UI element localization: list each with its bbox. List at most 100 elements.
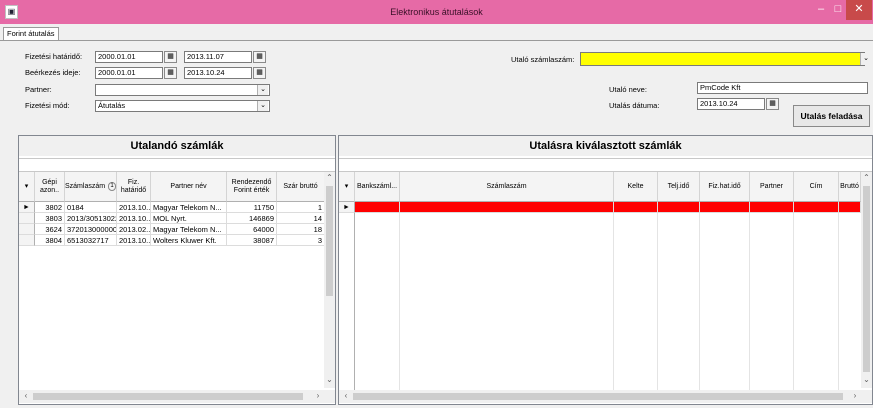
table-row[interactable]: 3803 2013/305130227... 2013.10... MOL Ny… (19, 213, 325, 224)
cell-szamlaszam: 37201300000005... (65, 224, 117, 235)
partner-label: Partner: (25, 85, 52, 94)
close-button[interactable]: ✕ (846, 0, 872, 20)
sort-indicator-icon: 1 (108, 182, 116, 191)
cell-cim[interactable] (794, 202, 839, 213)
cell-partner: Wolters Kluwer Kft. (151, 235, 227, 246)
cell-kelte[interactable] (614, 202, 658, 213)
scroll-down-icon[interactable]: ⌄ (324, 374, 335, 386)
scroll-thumb[interactable] (33, 393, 303, 400)
cell-brutto: 18 (277, 224, 325, 235)
utalas-feladasa-button[interactable]: Utalás feladása (793, 105, 870, 127)
fizetesi-hatarido-to-field[interactable]: 2013.11.07 (184, 51, 252, 63)
chevron-down-icon[interactable]: ⌄ (860, 53, 871, 65)
calendar-icon[interactable]: ▦ (164, 51, 177, 63)
scroll-right-icon[interactable]: › (850, 390, 860, 403)
cell-gepi: 3624 (35, 224, 65, 235)
scroll-up-icon[interactable]: ⌃ (324, 172, 335, 184)
utalo-szamlaszam-select[interactable] (580, 52, 865, 66)
column-header-fiz-hatarido[interactable]: Fiz. határidő (117, 172, 151, 202)
cell-bankszamla[interactable] (355, 202, 400, 213)
cell-hatarido: 2013.02... (117, 224, 151, 235)
cell-szamlaszam[interactable] (400, 202, 614, 213)
chevron-down-icon[interactable]: ⌄ (257, 101, 268, 111)
cell-partner[interactable] (750, 202, 794, 213)
column-header-brutto[interactable]: Szár bruttó (277, 172, 325, 202)
column-header-cim[interactable]: Cím (794, 172, 839, 202)
scroll-up-icon[interactable]: ⌃ (861, 172, 872, 184)
beerkezes-ideje-label: Beérkezés ideje: (25, 68, 81, 77)
calendar-icon[interactable]: ▦ (253, 51, 266, 63)
column-header-telj-ido[interactable]: Telj.idő (658, 172, 700, 202)
right-grid-empty-area (339, 213, 861, 390)
cell-gepi: 3804 (35, 235, 65, 246)
partner-select[interactable] (95, 84, 270, 96)
cell-ertek: 64000 (227, 224, 277, 235)
column-header-fiz-hat-ido[interactable]: Fiz.hat.idő (700, 172, 750, 202)
column-header-rendezendo[interactable]: Rendezendő Forint érték (227, 172, 277, 202)
row-header (19, 213, 35, 224)
table-row[interactable]: 3804 6513032717 2013.10... Wolters Kluwe… (19, 235, 325, 246)
cell-ertek: 38087 (227, 235, 277, 246)
calendar-icon[interactable]: ▦ (253, 67, 266, 79)
beerkezes-ideje-to-field[interactable]: 2013.10.24 (184, 67, 252, 79)
utalas-datuma-label: Utalás dátuma: (609, 101, 660, 110)
column-header-szamlaszam[interactable]: Számlaszám 1 (65, 172, 117, 202)
right-grid: Utalásra kiválasztott számlák ▾ Bankszám… (338, 135, 873, 405)
left-grid-filter-row[interactable] (19, 158, 335, 172)
table-row-new[interactable]: ► (339, 202, 861, 213)
scroll-left-icon[interactable]: ‹ (341, 390, 351, 403)
left-grid-vertical-scrollbar[interactable]: ⌃ ⌄ (324, 172, 335, 388)
left-grid: Utalandó számlák ▾ Gépi azon.. Számlaszá… (18, 135, 336, 405)
right-grid-header: ▾ Bankszáml... Számlaszám Kelte Telj.idő… (339, 172, 861, 202)
calendar-icon[interactable]: ▦ (766, 98, 779, 110)
minimize-button[interactable]: – (812, 0, 830, 20)
column-header-brutto[interactable]: Bruttó (839, 172, 861, 202)
tab-strip: Forint átutalás (0, 24, 873, 40)
fizetesi-hatarido-from-field[interactable]: 2000.01.01 (95, 51, 163, 63)
column-header-szamlaszam[interactable]: Számlaszám (400, 172, 614, 202)
cell-brutto[interactable] (839, 202, 861, 213)
cell-fiz-hat-ido[interactable] (700, 202, 750, 213)
cell-ertek: 11750 (227, 202, 277, 213)
utalas-datuma-field[interactable]: 2013.10.24 (697, 98, 765, 110)
cell-gepi: 3803 (35, 213, 65, 224)
cell-partner: Magyar Telekom N... (151, 202, 227, 213)
cell-szamlaszam: 2013/305130227... (65, 213, 117, 224)
fizetesi-mod-select[interactable]: Átutalás (95, 100, 270, 112)
main-panel: Fizetési határidő: 2000.01.01 ▦ 2013.11.… (0, 40, 873, 408)
column-header-partner[interactable]: Partner (750, 172, 794, 202)
cell-brutto: 1 (277, 202, 325, 213)
right-grid-filter-row[interactable] (339, 158, 872, 172)
left-grid-horizontal-scrollbar[interactable]: ‹ › (19, 390, 335, 403)
scroll-left-icon[interactable]: ‹ (21, 390, 31, 403)
scroll-thumb[interactable] (353, 393, 843, 400)
column-header-partner-nev[interactable]: Partner név (151, 172, 227, 202)
beerkezes-ideje-from-field[interactable]: 2000.01.01 (95, 67, 163, 79)
scroll-down-icon[interactable]: ⌄ (861, 374, 872, 386)
cell-brutto: 3 (277, 235, 325, 246)
right-grid-title: Utalásra kiválasztott számlák (339, 136, 872, 156)
filter-dropdown-icon[interactable]: ▾ (339, 172, 355, 202)
calendar-icon[interactable]: ▦ (164, 67, 177, 79)
right-grid-horizontal-scrollbar[interactable]: ‹ › (339, 390, 872, 403)
cell-hatarido: 2013.10... (117, 235, 151, 246)
cell-szamlaszam: 0184 (65, 202, 117, 213)
scroll-right-icon[interactable]: › (313, 390, 323, 403)
column-header-kelte[interactable]: Kelte (614, 172, 658, 202)
tab-forint-atutalas[interactable]: Forint átutalás (3, 27, 59, 40)
column-header-bankszamla[interactable]: Bankszáml... (355, 172, 400, 202)
right-grid-vertical-scrollbar[interactable]: ⌃ ⌄ (861, 172, 872, 388)
row-pointer-icon: ► (19, 202, 35, 213)
column-header-gepi[interactable]: Gépi azon.. (35, 172, 65, 202)
maximize-button[interactable]: □ (831, 0, 845, 20)
scroll-thumb[interactable] (326, 186, 333, 296)
filter-dropdown-icon[interactable]: ▾ (19, 172, 35, 202)
cell-brutto: 14 (277, 213, 325, 224)
scroll-thumb[interactable] (863, 186, 870, 372)
table-row[interactable]: 3624 37201300000005... 2013.02... Magyar… (19, 224, 325, 235)
cell-szamlaszam: 6513032717 (65, 235, 117, 246)
chevron-down-icon[interactable]: ⌄ (257, 85, 268, 95)
table-row[interactable]: ► 3802 0184 2013.10... Magyar Telekom N.… (19, 202, 325, 213)
utalo-neve-field[interactable]: PmCode Kft (697, 82, 868, 94)
cell-telj-ido[interactable] (658, 202, 700, 213)
